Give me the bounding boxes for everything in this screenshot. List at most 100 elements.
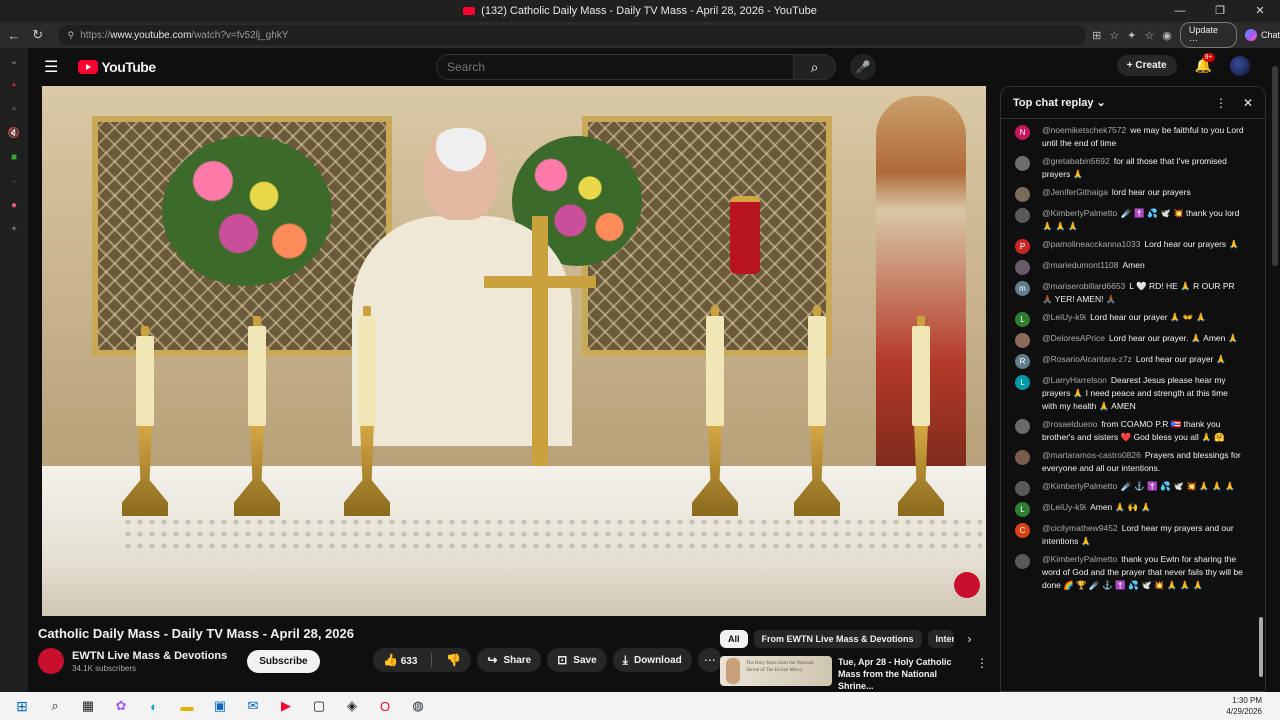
search-input[interactable] bbox=[436, 54, 794, 80]
chip-from-channel[interactable]: From EWTN Live Mass & Devotions bbox=[753, 630, 922, 648]
chat-avatar[interactable]: P bbox=[1015, 239, 1030, 254]
reload-icon[interactable]: ↻ bbox=[26, 27, 50, 43]
chat-author[interactable]: @cicilymathew9452 bbox=[1042, 523, 1118, 533]
chat-author[interactable]: @KimberlyPalmetto bbox=[1042, 554, 1117, 564]
address-bar[interactable]: ⚲ https://www.youtube.com/watch?v=fv52lj… bbox=[57, 25, 1087, 45]
app-install-icon[interactable]: ⊞ bbox=[1092, 29, 1101, 42]
page-scrollbar[interactable] bbox=[1272, 66, 1278, 266]
file-explorer-icon[interactable]: ▬ bbox=[176, 695, 198, 717]
chat-message[interactable]: @DeloresAPrice Lord hear our prayer. 🙏 Am… bbox=[1015, 332, 1253, 348]
chat-message[interactable]: C @cicilymathew9452 Lord hear my prayers a… bbox=[1015, 522, 1253, 548]
extensions-icon[interactable]: ✦ bbox=[1127, 29, 1136, 42]
chat-avatar[interactable] bbox=[1015, 554, 1030, 569]
chat-author[interactable]: @LeiUy-k9i bbox=[1042, 312, 1086, 322]
chat-author[interactable]: @mariedumont1108 bbox=[1042, 260, 1119, 270]
chat-avatar[interactable] bbox=[1015, 156, 1030, 171]
page-tab-icon[interactable]: ▫ bbox=[7, 102, 21, 116]
chat-avatar[interactable]: m bbox=[1015, 281, 1030, 296]
chat-message[interactable]: @JeniferGithaiga lord hear our prayers bbox=[1015, 186, 1253, 202]
recommended-thumbnail[interactable]: The Holy Mass from the National Shrine o… bbox=[720, 656, 832, 686]
favorites-icon[interactable]: ☆ bbox=[1144, 29, 1154, 42]
chat-avatar[interactable] bbox=[1015, 450, 1030, 465]
chat-avatar[interactable] bbox=[1015, 187, 1030, 202]
chat-message[interactable]: @rosaeldueno from COAMO P.R 🇵🇷 thank you … bbox=[1015, 418, 1253, 444]
chat-message[interactable]: L @LeiUy-k9i Amen 🙏 🙌 🙏 bbox=[1015, 501, 1253, 517]
chat-message[interactable]: L @LarryHarrelson Dearest Jesus please hea… bbox=[1015, 374, 1253, 413]
chip-all[interactable]: All bbox=[720, 630, 748, 648]
create-button[interactable]: + Create bbox=[1116, 55, 1177, 76]
download-button[interactable]: ⤓ Download bbox=[612, 648, 692, 672]
chat-avatar[interactable] bbox=[1015, 419, 1030, 434]
thumbs-down-icon[interactable]: 👎 bbox=[446, 653, 461, 667]
media-app-icon[interactable]: ◈ bbox=[341, 695, 363, 717]
pin-tab-icon[interactable]: ● bbox=[7, 198, 21, 212]
chat-more-icon[interactable]: ⋮ bbox=[1215, 96, 1227, 110]
back-icon[interactable]: ← bbox=[2, 28, 26, 43]
chat-mode-dropdown[interactable]: Top chat replay ⌄ bbox=[1013, 96, 1199, 109]
sheet-tab-icon[interactable]: ■ bbox=[7, 150, 21, 164]
task-view-icon[interactable]: ▦ bbox=[77, 695, 99, 717]
chat-author[interactable]: @pamolineacckanna1033 bbox=[1042, 239, 1140, 249]
save-button[interactable]: ⊡ Save bbox=[547, 648, 607, 672]
search-button[interactable]: ⌕ bbox=[794, 54, 836, 80]
notifications-icon[interactable]: 🔔 9+ bbox=[1195, 53, 1215, 74]
chat-avatar[interactable] bbox=[1015, 260, 1030, 275]
copilot-chat-button[interactable]: Chat bbox=[1244, 29, 1280, 41]
site-info-icon[interactable]: ⚲ bbox=[68, 30, 75, 41]
video-player[interactable] bbox=[42, 86, 986, 616]
chat-author[interactable]: @rosaeldueno bbox=[1042, 419, 1097, 429]
minimize-icon[interactable]: — bbox=[1160, 0, 1200, 22]
chat-author[interactable]: @noemiketschek7572 bbox=[1042, 125, 1126, 135]
edge-browser-icon[interactable]: ◐ bbox=[143, 695, 165, 717]
profile-icon[interactable]: ◉ bbox=[1162, 29, 1172, 42]
restore-icon[interactable]: ❐ bbox=[1200, 0, 1240, 22]
chat-message[interactable]: R @RosarioAlcantara-z7z Lord hear our pray… bbox=[1015, 353, 1253, 369]
channel-name[interactable]: EWTN Live Mass & Devotions bbox=[72, 650, 227, 662]
close-chat-icon[interactable]: ✕ bbox=[1243, 96, 1253, 110]
chat-message[interactable]: @KimberlyPalmetto ☄️ ✝️ 💦 🕊️ 💥 thank you … bbox=[1015, 207, 1253, 233]
kebab-menu-icon[interactable]: ⋮ bbox=[976, 656, 988, 692]
chat-author[interactable]: @LarryHarrelson bbox=[1042, 375, 1107, 385]
chat-author[interactable]: @KimberlyPalmetto bbox=[1042, 481, 1117, 491]
chat-author[interactable]: @KimberlyPalmetto bbox=[1042, 208, 1117, 218]
chat-author[interactable]: @DeloresAPrice bbox=[1042, 333, 1105, 343]
account-avatar[interactable] bbox=[1230, 55, 1250, 76]
chat-message[interactable]: @gretababin5692 for all those that I've p… bbox=[1015, 155, 1253, 181]
add-tab-icon[interactable]: + bbox=[7, 222, 21, 236]
search-icon[interactable]: ⌕ bbox=[44, 695, 66, 717]
opera-browser-icon[interactable]: O bbox=[374, 695, 396, 717]
chat-message[interactable]: N @noemiketschek7572 we may be faithful to… bbox=[1015, 124, 1253, 150]
windows-start-icon[interactable]: ⊞ bbox=[11, 695, 33, 717]
chat-author[interactable]: @martaramos-castro0826 bbox=[1042, 450, 1141, 460]
youtube-app-icon[interactable]: ▶ bbox=[275, 695, 297, 717]
steam-icon[interactable]: ◍ bbox=[407, 695, 429, 717]
blank-tab-icon[interactable]: · bbox=[7, 174, 21, 188]
chat-message[interactable]: P @pamolineacckanna1033 Lord hear our pray… bbox=[1015, 238, 1253, 254]
store-icon[interactable]: ▣ bbox=[209, 695, 231, 717]
chat-message[interactable]: @martaramos-castro0826 Prayers and blessi… bbox=[1015, 449, 1253, 475]
more-actions-icon[interactable]: ⋯ bbox=[697, 648, 722, 672]
mail-icon[interactable]: ✉ bbox=[242, 695, 264, 717]
chat-avatar[interactable]: N bbox=[1015, 125, 1030, 140]
share-button[interactable]: ↪ Share bbox=[477, 648, 542, 672]
chat-author[interactable]: @gretababin5692 bbox=[1042, 156, 1110, 166]
chip-related[interactable]: Interr bbox=[927, 630, 954, 648]
chat-avatar[interactable]: R bbox=[1015, 354, 1030, 369]
chat-avatar[interactable]: L bbox=[1015, 312, 1030, 327]
close-window-icon[interactable]: ✕ bbox=[1240, 0, 1280, 22]
photos-app-icon[interactable]: ▢ bbox=[308, 695, 330, 717]
collapse-icon[interactable]: ⌄ bbox=[7, 54, 21, 68]
chat-author[interactable]: @JeniferGithaiga bbox=[1042, 187, 1108, 197]
chat-avatar[interactable]: L bbox=[1015, 375, 1030, 390]
chat-avatar[interactable]: C bbox=[1015, 523, 1030, 538]
voice-search-icon[interactable]: 🎤 bbox=[850, 54, 876, 80]
system-clock[interactable]: 1:30 PM 4/29/2026 bbox=[1226, 695, 1262, 717]
chat-author[interactable]: @LeiUy-k9i bbox=[1042, 502, 1086, 512]
chat-avatar[interactable] bbox=[1015, 481, 1030, 496]
menu-icon[interactable]: ☰ bbox=[44, 57, 58, 77]
chat-avatar[interactable] bbox=[1015, 208, 1030, 223]
chat-avatar[interactable]: L bbox=[1015, 502, 1030, 517]
chevron-right-icon[interactable]: › bbox=[968, 632, 972, 646]
chat-message[interactable]: @KimberlyPalmetto thank you Ewtn for shar… bbox=[1015, 553, 1253, 592]
chat-message-list[interactable]: N @noemiketschek7572 we may be faithful to… bbox=[1001, 120, 1259, 597]
